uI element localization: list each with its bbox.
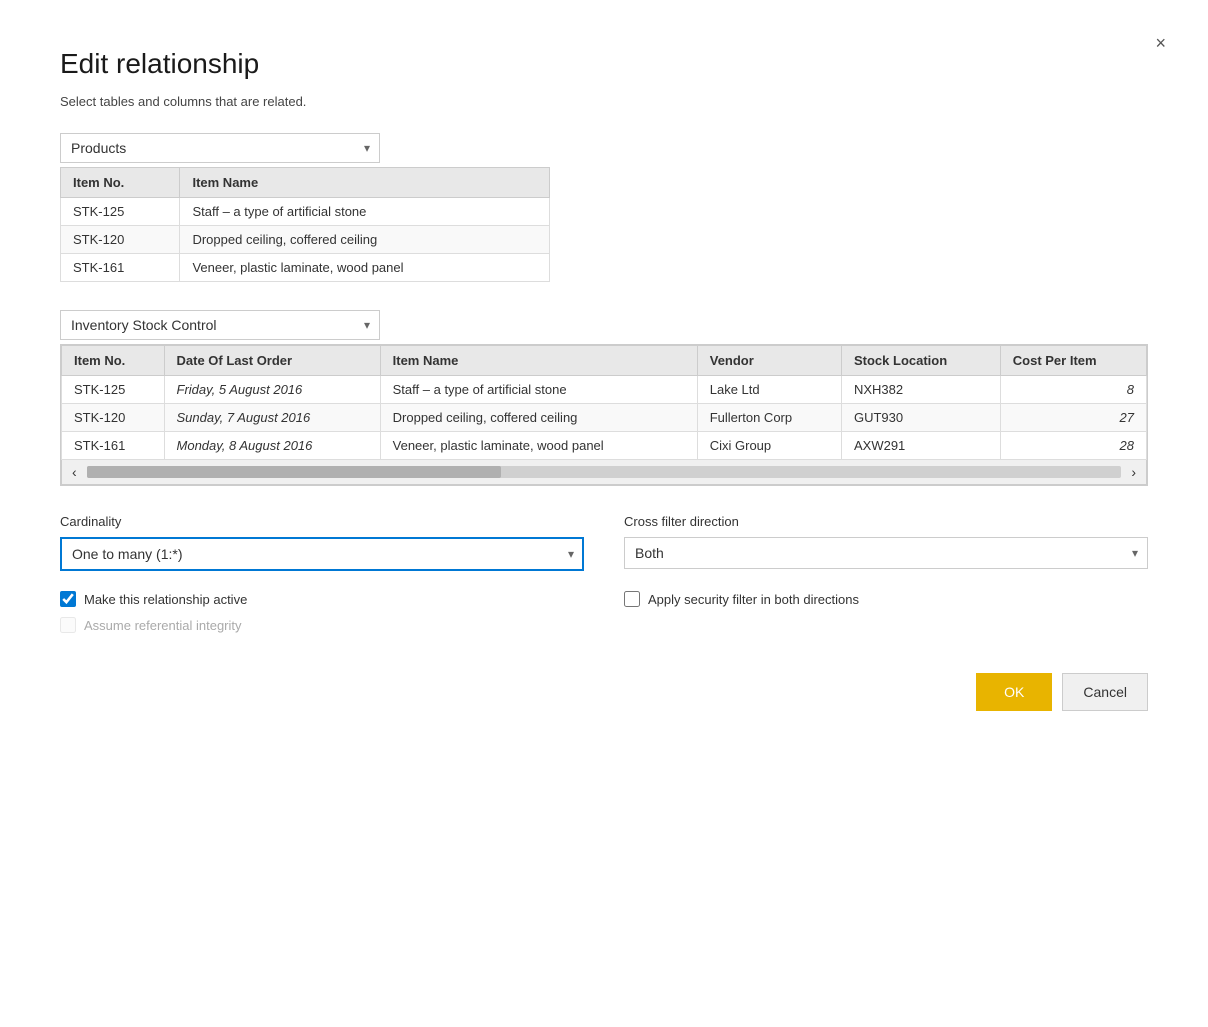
table2-scrollbar[interactable]: ‹ › xyxy=(61,460,1147,485)
referential-checkbox-row: Assume referential integrity xyxy=(60,617,584,633)
cell-vendor: Fullerton Corp xyxy=(697,404,841,432)
referential-checkbox-label: Assume referential integrity xyxy=(84,618,242,633)
cell-item-name: Staff – a type of artificial stone xyxy=(380,376,697,404)
cell-stock-location: NXH382 xyxy=(841,376,1000,404)
active-checkbox[interactable] xyxy=(60,591,76,607)
cross-filter-select-wrapper: BothSingle xyxy=(624,537,1148,569)
scroll-right-arrow[interactable]: › xyxy=(1125,462,1142,482)
table-row: STK-120Sunday, 7 August 2016Dropped ceil… xyxy=(62,404,1147,432)
cell-cost: 28 xyxy=(1000,432,1146,460)
cell-item-no: STK-161 xyxy=(62,432,165,460)
table1-section: Products Item No. Item Name STK-125Staff… xyxy=(60,133,1148,282)
edit-relationship-dialog: × Edit relationship Select tables and co… xyxy=(24,20,1184,743)
table2-col-stock-location: Stock Location xyxy=(841,346,1000,376)
table2-select[interactable]: Inventory Stock Control xyxy=(60,310,380,340)
cell-date: Friday, 5 August 2016 xyxy=(164,376,380,404)
table2-col-item-name: Item Name xyxy=(380,346,697,376)
table2-col-cost: Cost Per Item xyxy=(1000,346,1146,376)
table1-container: Item No. Item Name STK-125Staff – a type… xyxy=(60,167,550,282)
table-row: STK-120Dropped ceiling, coffered ceiling xyxy=(61,226,550,254)
checkboxes-left: Make this relationship active Assume ref… xyxy=(60,591,584,643)
scroll-thumb xyxy=(87,466,501,478)
buttons-row: OK Cancel xyxy=(60,673,1148,711)
table2-select-wrapper: Inventory Stock Control xyxy=(60,310,380,340)
table2-col-vendor: Vendor xyxy=(697,346,841,376)
table1-select-wrapper: Products xyxy=(60,133,380,163)
table-row: STK-125Friday, 5 August 2016Staff – a ty… xyxy=(62,376,1147,404)
dialog-title: Edit relationship xyxy=(60,48,1148,80)
cell-stock-location: GUT930 xyxy=(841,404,1000,432)
cell-item-name: Veneer, plastic laminate, wood panel xyxy=(180,254,550,282)
table2-header-row: Item No. Date Of Last Order Item Name Ve… xyxy=(62,346,1147,376)
cross-filter-group: Cross filter direction BothSingle xyxy=(624,514,1148,569)
table2: Item No. Date Of Last Order Item Name Ve… xyxy=(61,345,1147,460)
cardinality-select-wrapper: One to many (1:*)Many to one (*:1)One to… xyxy=(60,537,584,571)
table1: Item No. Item Name STK-125Staff – a type… xyxy=(60,167,550,282)
table1-select[interactable]: Products xyxy=(60,133,380,163)
scroll-left-arrow[interactable]: ‹ xyxy=(66,462,83,482)
cell-item-name: Staff – a type of artificial stone xyxy=(180,198,550,226)
cell-item-name: Veneer, plastic laminate, wood panel xyxy=(380,432,697,460)
ok-button[interactable]: OK xyxy=(976,673,1052,711)
cross-filter-select[interactable]: BothSingle xyxy=(624,537,1148,569)
cell-item-name: Dropped ceiling, coffered ceiling xyxy=(380,404,697,432)
controls-row: Cardinality One to many (1:*)Many to one… xyxy=(60,514,1148,571)
table2-container: Item No. Date Of Last Order Item Name Ve… xyxy=(60,344,1148,486)
scroll-track[interactable] xyxy=(87,466,1122,478)
cell-item-no: STK-120 xyxy=(62,404,165,432)
table1-header-row: Item No. Item Name xyxy=(61,168,550,198)
cell-item-no: STK-120 xyxy=(61,226,180,254)
cell-date: Monday, 8 August 2016 xyxy=(164,432,380,460)
table-row: STK-161Monday, 8 August 2016Veneer, plas… xyxy=(62,432,1147,460)
cell-cost: 8 xyxy=(1000,376,1146,404)
table2-col-date: Date Of Last Order xyxy=(164,346,380,376)
cell-item-no: STK-161 xyxy=(61,254,180,282)
close-button[interactable]: × xyxy=(1147,30,1174,56)
dialog-subtitle: Select tables and columns that are relat… xyxy=(60,94,1148,109)
cardinality-group: Cardinality One to many (1:*)Many to one… xyxy=(60,514,584,571)
cell-date: Sunday, 7 August 2016 xyxy=(164,404,380,432)
cardinality-select[interactable]: One to many (1:*)Many to one (*:1)One to… xyxy=(60,537,584,571)
table2-col-item-no: Item No. xyxy=(62,346,165,376)
security-filter-checkbox-label: Apply security filter in both directions xyxy=(648,592,859,607)
cell-item-no: STK-125 xyxy=(61,198,180,226)
active-checkbox-label: Make this relationship active xyxy=(84,592,247,607)
active-checkbox-row: Make this relationship active xyxy=(60,591,584,607)
checkboxes-section: Make this relationship active Assume ref… xyxy=(60,591,1148,643)
cell-stock-location: AXW291 xyxy=(841,432,1000,460)
cell-item-name: Dropped ceiling, coffered ceiling xyxy=(180,226,550,254)
table1-col-item-name: Item Name xyxy=(180,168,550,198)
cell-vendor: Cixi Group xyxy=(697,432,841,460)
cardinality-label: Cardinality xyxy=(60,514,584,529)
referential-checkbox[interactable] xyxy=(60,617,76,633)
table-row: STK-161Veneer, plastic laminate, wood pa… xyxy=(61,254,550,282)
cross-filter-label: Cross filter direction xyxy=(624,514,1148,529)
cell-cost: 27 xyxy=(1000,404,1146,432)
table1-col-item-no: Item No. xyxy=(61,168,180,198)
table-row: STK-125Staff – a type of artificial ston… xyxy=(61,198,550,226)
cell-vendor: Lake Ltd xyxy=(697,376,841,404)
security-filter-checkbox-row: Apply security filter in both directions xyxy=(624,591,1148,607)
security-filter-checkbox[interactable] xyxy=(624,591,640,607)
cancel-button[interactable]: Cancel xyxy=(1062,673,1148,711)
checkboxes-right: Apply security filter in both directions xyxy=(624,591,1148,643)
table2-section: Inventory Stock Control Item No. Date Of… xyxy=(60,310,1148,486)
cell-item-no: STK-125 xyxy=(62,376,165,404)
